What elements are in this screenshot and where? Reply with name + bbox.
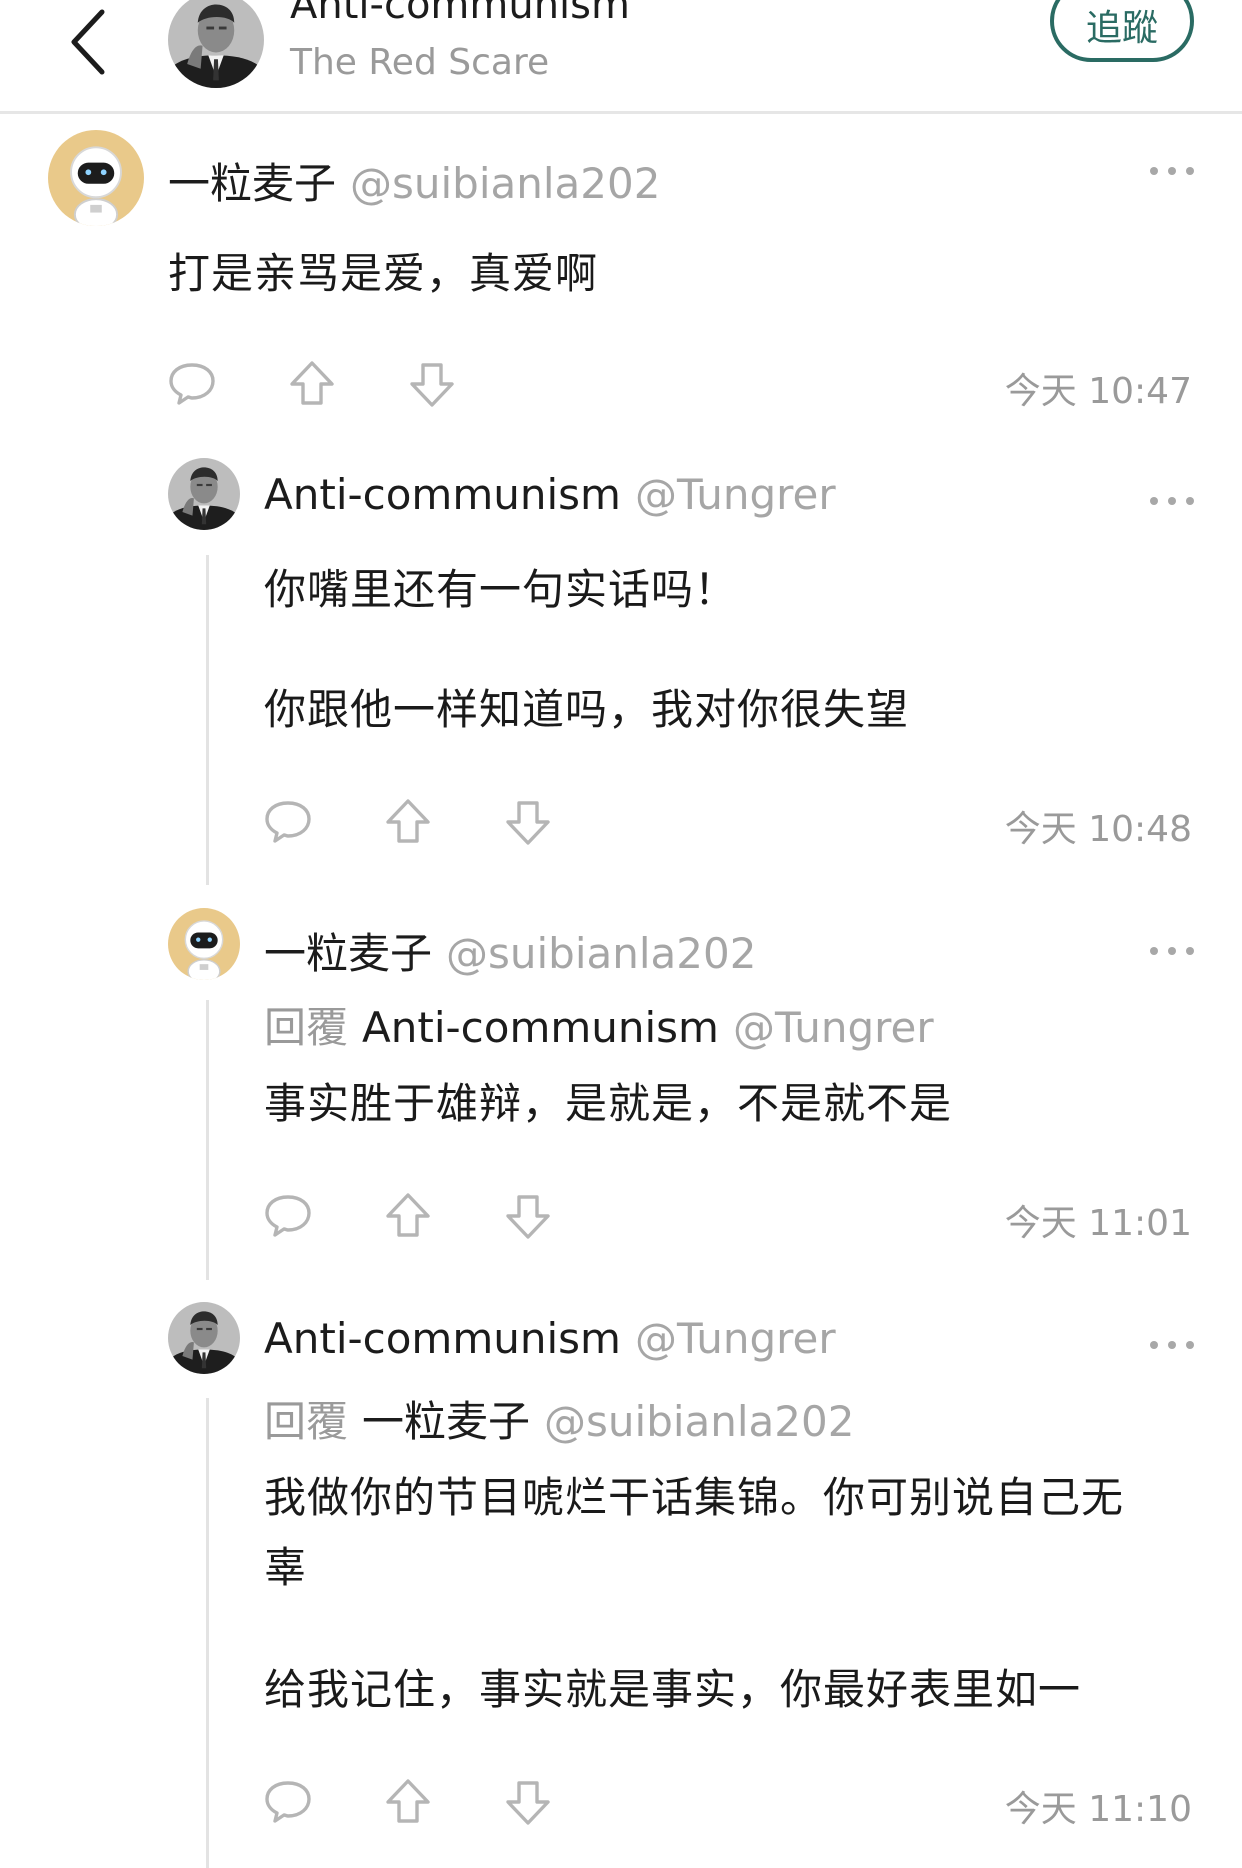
top-bar: Anti-communism The Red Scare 追蹤 [0, 0, 1242, 114]
timestamp: 今天 11:10 [1004, 1789, 1192, 1830]
timestamp: 今天 10:47 [1004, 371, 1192, 412]
chevron-left-icon [71, 9, 105, 75]
comment-text: 事实胜于雄辩，是就是，不是就不是 [264, 1079, 953, 1128]
thread-line [206, 1000, 209, 1280]
avatar[interactable] [168, 1302, 240, 1374]
more-dots-icon[interactable] [1146, 1330, 1198, 1360]
author-name[interactable]: 一粒麦子 [168, 159, 336, 208]
back-button[interactable] [62, 6, 122, 82]
downvote-arrow-icon[interactable] [406, 358, 458, 410]
comment-bubble-icon[interactable] [166, 358, 218, 410]
author-name[interactable]: Anti-communism [264, 470, 621, 519]
more-dots-icon[interactable] [1146, 936, 1198, 966]
upvote-arrow-icon[interactable] [286, 358, 338, 410]
reply-to-name[interactable]: Anti-communism [362, 1003, 719, 1052]
upvote-arrow-icon[interactable] [382, 1776, 434, 1828]
reply-to-name[interactable]: 一粒麦子 [362, 1397, 530, 1446]
comment-bubble-icon[interactable] [262, 796, 314, 848]
reply-to-line: 回覆 Anti-communism @Tungrer [264, 994, 934, 1055]
comment-bubble-icon[interactable] [262, 1776, 314, 1828]
channel-avatar[interactable] [168, 0, 264, 88]
thread-line [206, 555, 209, 885]
reply-prefix: 回覆 [264, 1397, 349, 1446]
reply-to-handle[interactable]: @Tungrer [733, 1003, 934, 1052]
timestamp: 今天 11:01 [1004, 1203, 1192, 1244]
reply-prefix: 回覆 [264, 1003, 349, 1052]
author-line: Anti-communism @Tungrer [264, 470, 836, 519]
author-handle[interactable]: @suibianla202 [446, 929, 756, 978]
downvote-arrow-icon[interactable] [502, 1776, 554, 1828]
follow-button[interactable]: 追蹤 [1050, 0, 1194, 62]
thread-line [206, 1398, 209, 1868]
avatar[interactable] [168, 908, 240, 980]
author-line: Anti-communism @Tungrer [264, 1314, 836, 1363]
avatar[interactable] [168, 458, 240, 530]
downvote-arrow-icon[interactable] [502, 1190, 554, 1242]
author-name[interactable]: Anti-communism [264, 1314, 621, 1363]
timestamp: 今天 10:48 [1004, 809, 1192, 850]
author-name[interactable]: 一粒麦子 [264, 929, 432, 978]
comment-text: 你嘴里还有一句实话吗！ [264, 565, 738, 614]
author-line: 一粒麦子 @suibianla202 [264, 920, 756, 981]
page-subtitle: The Red Scare [290, 42, 550, 83]
comment-bubble-icon[interactable] [262, 1190, 314, 1242]
comment-text: 打是亲骂是爱，真爱啊 [168, 249, 599, 298]
author-line: 一粒麦子 @suibianla202 [168, 150, 660, 211]
comment-text: 你跟他一样知道吗，我对你很失望 [264, 685, 910, 734]
reply-to-handle[interactable]: @suibianla202 [544, 1397, 854, 1446]
comment-text: 辜 [264, 1543, 308, 1592]
upvote-arrow-icon[interactable] [382, 796, 434, 848]
author-handle[interactable]: @Tungrer [635, 470, 836, 519]
reply-to-line: 回覆 一粒麦子 @suibianla202 [264, 1388, 854, 1449]
avatar[interactable] [48, 130, 144, 226]
more-dots-icon[interactable] [1146, 486, 1198, 516]
upvote-arrow-icon[interactable] [382, 1190, 434, 1242]
page-title: Anti-communism [290, 0, 630, 28]
comment-text: 给我记住，事实就是事实，你最好表里如一 [264, 1665, 1082, 1714]
more-dots-icon[interactable] [1146, 156, 1198, 186]
author-handle[interactable]: @Tungrer [635, 1314, 836, 1363]
comment-text: 我做你的节目唬烂干话集锦。你可别说自己无 [264, 1473, 1125, 1522]
author-handle[interactable]: @suibianla202 [350, 159, 660, 208]
downvote-arrow-icon[interactable] [502, 796, 554, 848]
